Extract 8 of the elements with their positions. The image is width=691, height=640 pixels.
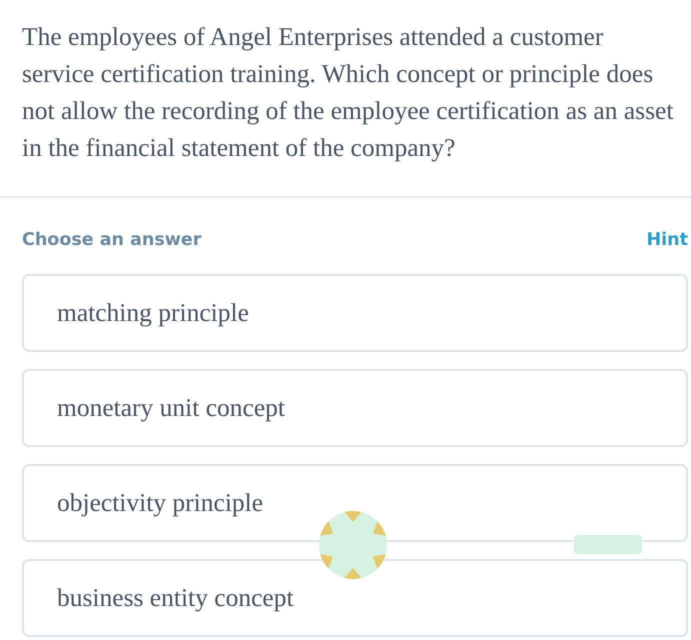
answer-option[interactable]: objectivity principle xyxy=(22,464,688,542)
decorative-circle-icon xyxy=(319,511,387,579)
answer-option[interactable]: business entity concept xyxy=(22,559,688,637)
decorative-bar-icon xyxy=(574,535,642,554)
choose-answer-label: Choose an answer xyxy=(22,229,202,251)
answer-option[interactable]: matching principle xyxy=(22,274,688,352)
answer-option[interactable]: monetary unit concept xyxy=(22,369,688,447)
question-text: The employees of Angel Enterprises attended a customer service certification training. Which concept or principle does not allow the recording of the employee certification as an asset in the financial statement of the company? xyxy=(21,21,674,164)
